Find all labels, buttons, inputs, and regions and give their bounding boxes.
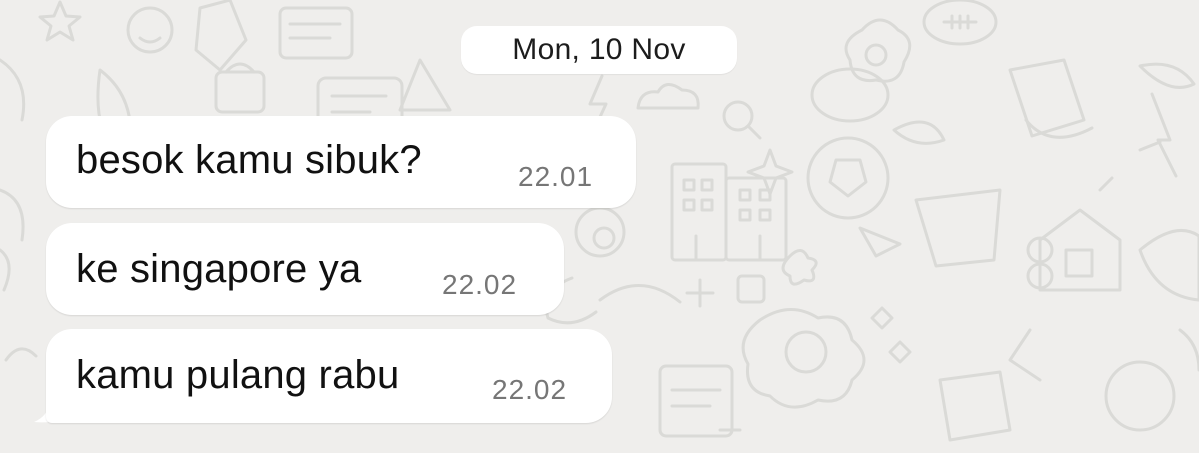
- message-timestamp: 22.02: [442, 269, 518, 300]
- bag-icon: [194, 0, 248, 72]
- message-bubble-2[interactable]: ke singapore ya 22.02: [46, 223, 564, 315]
- message-bubble-1[interactable]: besok kamu sibuk? 22.01: [46, 116, 636, 208]
- banana-icon: [0, 58, 26, 122]
- star-icon: [38, 0, 82, 42]
- paper-plane-icon: [858, 226, 902, 258]
- flower-pot-icon: [914, 188, 1002, 268]
- notebook-icon: [278, 6, 354, 60]
- cloud-icon: [636, 83, 700, 110]
- flower-icon: [844, 18, 912, 83]
- message-timestamp: 22.02: [492, 374, 568, 405]
- plus-icon: [685, 278, 715, 308]
- message-text: kamu pulang rabu: [76, 353, 400, 397]
- date-separator: Mon, 10 Nov: [461, 26, 737, 74]
- message-timestamp: 22.01: [518, 161, 594, 192]
- face-icon: [126, 6, 174, 54]
- message-text: besok kamu sibuk?: [76, 138, 422, 182]
- message-text: ke singapore ya: [76, 247, 362, 291]
- triangle-icon: [398, 58, 452, 112]
- soccer-ball-icon: [806, 136, 890, 220]
- message-bubble-3[interactable]: kamu pulang rabu 22.02: [46, 329, 612, 423]
- croissant-icon: [1138, 62, 1196, 89]
- building-icon: [670, 162, 728, 262]
